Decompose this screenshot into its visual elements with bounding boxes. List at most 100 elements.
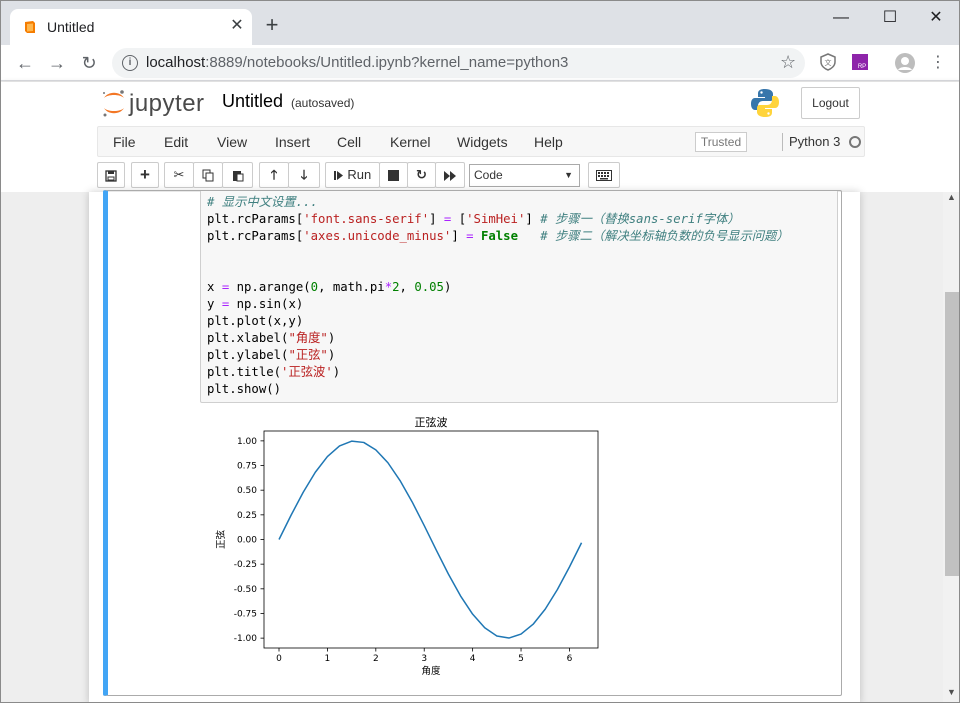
autosave-status: (autosaved) <box>291 96 355 110</box>
restart-icon: ↻ <box>416 167 427 182</box>
menu-help[interactable]: Help <box>534 134 563 150</box>
command-palette-button[interactable] <box>588 162 620 188</box>
new-tab-button[interactable]: + <box>262 14 282 36</box>
scroll-thumb[interactable] <box>945 292 959 576</box>
move-up-button[interactable]: 🡑 <box>259 162 289 188</box>
y-tick-label: -0.50 <box>234 585 258 595</box>
arrow-down-icon: 🡓 <box>300 167 308 182</box>
kernel-name: Python 3 <box>789 134 841 149</box>
url-text[interactable]: localhost:8889/notebooks/Untitled.ipynb?… <box>146 54 568 71</box>
jupyter-logo-icon[interactable] <box>101 88 127 118</box>
run-label: Run <box>347 167 372 182</box>
x-axis-label: 角度 <box>421 665 441 677</box>
jupyter-logo-text[interactable]: jupyter <box>129 90 205 118</box>
step-forward-icon <box>333 171 343 181</box>
tab-title: Untitled <box>47 19 95 35</box>
kernel-status-icon <box>849 136 861 148</box>
minimize-icon[interactable]: — <box>826 7 856 29</box>
x-tick-label: 4 <box>470 654 476 664</box>
plus-icon: + <box>140 165 150 184</box>
y-tick-label: -0.25 <box>234 560 257 570</box>
rp-extension-icon[interactable]: RP <box>851 53 869 71</box>
shield-extension-icon[interactable]: 文 <box>819 53 837 71</box>
cell-type-value: Code <box>474 168 503 182</box>
address-bar[interactable]: i localhost:8889/notebooks/Untitled.ipyn… <box>112 48 805 78</box>
x-tick-label: 2 <box>373 654 379 664</box>
y-tick-label: 0.50 <box>237 486 257 496</box>
fast-forward-icon <box>443 170 456 181</box>
cell-type-select[interactable]: Code ▼ <box>469 164 580 187</box>
maximize-icon[interactable]: ☐ <box>875 7 905 29</box>
move-down-button[interactable]: 🡓 <box>288 162 320 188</box>
arrow-up-icon: 🡑 <box>270 167 278 182</box>
back-icon[interactable]: ← <box>14 52 36 74</box>
code-text[interactable]: # 显示中文设置... plt.rcParams['font.sans-seri… <box>207 194 789 398</box>
copy-icon <box>202 169 214 182</box>
chart-title: 正弦波 <box>415 415 448 429</box>
y-tick-label: 0.75 <box>237 462 257 472</box>
code-editor[interactable]: # 显示中文设置... plt.rcParams['font.sans-seri… <box>200 191 838 403</box>
paste-button[interactable] <box>222 162 253 188</box>
menu-kernel[interactable]: Kernel <box>390 134 430 150</box>
sine-plot: 0 1 2 3 4 5 6 1.00 0.75 0.50 0.25 0.00 -0.25 -0.50 -0.… <box>215 415 599 677</box>
x-tick-label: 6 <box>567 654 573 664</box>
y-tick-label: 0.00 <box>237 536 257 546</box>
menu-cell[interactable]: Cell <box>337 134 361 150</box>
tab-close-icon[interactable]: ✕ <box>228 17 246 35</box>
stop-icon <box>388 170 399 182</box>
menu-widgets[interactable]: Widgets <box>457 134 508 150</box>
restart-button[interactable]: ↻ <box>407 162 436 188</box>
y-tick-label: -1.00 <box>234 634 258 644</box>
save-button[interactable] <box>97 162 125 188</box>
cut-button[interactable]: ✂ <box>164 162 194 188</box>
menu-view[interactable]: View <box>217 134 247 150</box>
tab-strip: Untitled ✕ + — ☐ ✕ <box>1 1 959 45</box>
menu-edit[interactable]: Edit <box>164 134 188 150</box>
reload-icon[interactable]: ↻ <box>78 52 100 74</box>
window-close-icon[interactable]: ✕ <box>921 7 951 29</box>
svg-text:RP: RP <box>858 64 866 70</box>
x-tick-label: 3 <box>421 654 427 664</box>
forward-icon[interactable]: → <box>46 52 68 74</box>
trusted-indicator[interactable]: Trusted <box>695 132 747 152</box>
page-scrollbar[interactable]: ▲ ▼ <box>943 192 959 702</box>
notebook-name[interactable]: Untitled <box>222 91 283 112</box>
jupyter-header: jupyter Untitled (autosaved) Logout File… <box>1 82 959 192</box>
notebook-area: # 显示中文设置... plt.rcParams['font.sans-seri… <box>1 190 943 702</box>
x-tick-label: 5 <box>518 654 524 664</box>
profile-avatar-icon[interactable] <box>894 52 916 74</box>
scroll-up-icon[interactable]: ▲ <box>947 192 956 202</box>
browser-menu-icon[interactable]: ⋮ <box>927 52 949 74</box>
site-info-icon[interactable]: i <box>122 55 138 71</box>
save-icon <box>105 169 117 182</box>
paste-icon <box>232 171 243 182</box>
menu-insert[interactable]: Insert <box>275 134 310 150</box>
notebook-page: # 显示中文设置... plt.rcParams['font.sans-seri… <box>89 190 860 702</box>
y-tick-label: 0.25 <box>237 511 257 521</box>
notebook-icon <box>25 21 35 33</box>
menu-file[interactable]: File <box>113 134 136 150</box>
insert-cell-button[interactable]: + <box>131 162 159 188</box>
y-tick-label: -0.75 <box>234 609 257 619</box>
interrupt-button[interactable] <box>379 162 408 188</box>
python-logo-icon <box>751 89 779 117</box>
x-tick-label: 0 <box>276 654 282 664</box>
y-axis-label: 正弦 <box>215 530 227 550</box>
kernel-separator <box>782 133 783 151</box>
run-button[interactable]: Run <box>325 162 380 188</box>
browser-tab[interactable]: Untitled ✕ <box>10 9 252 45</box>
keyboard-icon <box>596 170 612 182</box>
dropdown-arrow-icon: ▼ <box>564 170 573 180</box>
browser-window: Untitled ✕ + — ☐ ✕ ← → ↻ i localhost:888… <box>0 0 960 703</box>
x-tick-label: 1 <box>325 654 331 664</box>
code-cell[interactable]: # 显示中文设置... plt.rcParams['font.sans-seri… <box>103 190 842 696</box>
svg-text:文: 文 <box>825 58 832 67</box>
logout-button[interactable]: Logout <box>801 87 860 119</box>
scissors-icon: ✂ <box>173 167 185 182</box>
y-tick-label: 1.00 <box>237 437 257 447</box>
copy-button[interactable] <box>193 162 223 188</box>
scroll-down-icon[interactable]: ▼ <box>947 687 956 697</box>
bookmark-star-icon[interactable]: ☆ <box>780 52 796 73</box>
restart-run-all-button[interactable] <box>435 162 465 188</box>
browser-toolbar: ← → ↻ i localhost:8889/notebooks/Untitle… <box>1 45 959 81</box>
